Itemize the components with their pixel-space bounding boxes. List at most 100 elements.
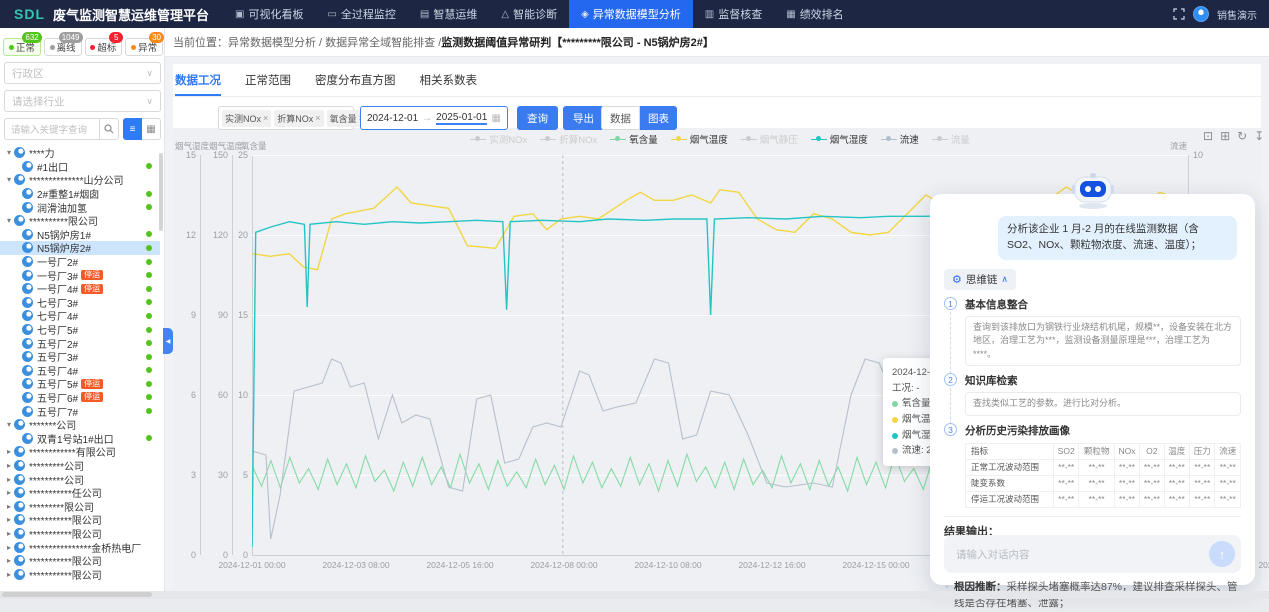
tree-node-xxxxxxxxx限公司[interactable]: ▸*********限公司 — [0, 499, 160, 513]
zoom-reset-icon[interactable]: ⊞ — [1220, 129, 1230, 143]
tree-expander-icon[interactable]: ▾ — [4, 148, 14, 157]
nav-item-异常数据模型分析[interactable]: ◈异常数据模型分析 — [569, 0, 693, 28]
tree-node-xxxx力[interactable]: ▾****力 — [0, 146, 160, 160]
tree-node-一号厂4#[interactable]: 一号厂4#停运 — [0, 282, 160, 296]
tree-node-五号厂6#[interactable]: 五号厂6#停运 — [0, 391, 160, 405]
export-button[interactable]: 导出 — [563, 106, 604, 130]
tab-正常范围[interactable]: 正常范围 — [245, 64, 291, 96]
fullscreen-icon[interactable] — [1173, 8, 1185, 20]
tab-相关系数表[interactable]: 相关系数表 — [420, 64, 478, 96]
date-end[interactable]: 2025-01-01 — [436, 112, 487, 125]
tree-node-一号厂2#[interactable]: 一号厂2# — [0, 255, 160, 269]
search-button[interactable] — [99, 118, 119, 140]
legend-实测NOx[interactable]: 实测NOx — [470, 132, 527, 146]
status-count-badge: 5 — [109, 32, 123, 43]
status-filter-离线[interactable]: 离线1049 — [44, 38, 82, 56]
tree-node-五号厂4#[interactable]: 五号厂4# — [0, 364, 160, 378]
tree-node-xxxxxxxxx公司[interactable]: ▸*********公司 — [0, 472, 160, 486]
tree-expander-icon[interactable]: ▾ — [4, 175, 14, 184]
tree-node-一号厂3#[interactable]: 一号厂3#停运 — [0, 268, 160, 282]
tree-expander-icon[interactable]: ▸ — [4, 461, 14, 470]
nav-item-全过程监控[interactable]: ▭全过程监控 — [315, 0, 407, 28]
tag-remove-icon[interactable]: × — [315, 113, 320, 123]
tree-expander-icon[interactable]: ▸ — [4, 543, 14, 552]
tree-node-#1出口[interactable]: #1出口 — [0, 160, 160, 174]
tree-node-xxxxxxxxxxx限公司[interactable]: ▸***********限公司 — [0, 567, 160, 581]
tree-expander-icon[interactable]: ▸ — [4, 515, 14, 524]
tab-数据工况[interactable]: 数据工况 — [175, 64, 221, 96]
chart-view-button[interactable]: 图表 — [640, 106, 677, 130]
grid-view-button[interactable]: ▦ — [142, 118, 161, 140]
date-start[interactable]: 2024-12-01 — [367, 113, 418, 124]
industry-select[interactable]: 请选择行业 ∨ — [4, 90, 161, 112]
tree-node-xxxxxxxxxxxxxx山分公司[interactable]: ▾**************山分公司 — [0, 173, 160, 187]
tree-node-五号厂7#[interactable]: 五号厂7# — [0, 404, 160, 418]
legend-流速[interactable]: 流速 — [881, 132, 919, 146]
indicator-multiselect[interactable]: 实测NOx×折算NOx×氧含量×... — [218, 106, 354, 130]
tree-expander-icon[interactable]: ▸ — [4, 570, 14, 579]
refresh-icon[interactable]: ↻ — [1237, 129, 1247, 143]
tree-node-xxxxxxxxxxx限公司[interactable]: ▸***********限公司 — [0, 513, 160, 527]
chain-of-thought-toggle[interactable]: ⚙ 思维链 ∧ — [944, 269, 1016, 290]
tree-expander-icon[interactable]: ▸ — [4, 556, 14, 565]
tree-node-七号厂3#[interactable]: 七号厂3# — [0, 296, 160, 310]
tree-node-xxxxxxx公司[interactable]: ▾*******公司 — [0, 418, 160, 432]
query-button[interactable]: 查询 — [517, 106, 558, 130]
avatar[interactable] — [1193, 6, 1209, 22]
tree-node-xxxxxxxxxxx限公司[interactable]: ▸***********限公司 — [0, 527, 160, 541]
send-button[interactable]: ↑ — [1209, 541, 1235, 567]
data-view-button[interactable]: 数据 — [601, 106, 640, 130]
tree-node-润滑油加氢[interactable]: 润滑油加氢 — [0, 200, 160, 214]
status-filter-正常[interactable]: 正常632 — [3, 38, 41, 56]
download-icon[interactable]: ↧ — [1254, 129, 1264, 143]
search-input[interactable]: 请输入关键字查询 — [4, 118, 99, 140]
zoom-select-icon[interactable]: ⊡ — [1203, 129, 1213, 143]
sidebar-collapse-handle[interactable]: ◀ — [163, 328, 173, 354]
legend-烟气温度[interactable]: 烟气温度 — [671, 132, 728, 146]
tree-node-xxxxxxxxxxx限公司[interactable]: ▸***********限公司 — [0, 554, 160, 568]
legend-折算NOx[interactable]: 折算NOx — [540, 132, 597, 146]
tree-expander-icon[interactable]: ▸ — [4, 488, 14, 497]
tree-node-五号厂3#[interactable]: 五号厂3# — [0, 350, 160, 364]
tree-node-双青1号站1#出口[interactable]: 双青1号站1#出口 — [0, 431, 160, 445]
nav-item-监督核查[interactable]: ▥监督核查 — [693, 0, 774, 28]
user-name[interactable]: 销售演示 — [1217, 7, 1257, 22]
tooltip-series-dot — [892, 433, 898, 439]
tree-expander-icon[interactable]: ▸ — [4, 529, 14, 538]
tree-node-N5锅炉房2#[interactable]: N5锅炉房2# — [0, 241, 160, 255]
nav-item-智慧运维[interactable]: ▤智慧运维 — [408, 0, 489, 28]
tree-expander-icon[interactable]: ▸ — [4, 475, 14, 484]
date-range-picker[interactable]: 2024-12-01 → 2025-01-01 ▦ — [360, 106, 508, 130]
tree-expander-icon[interactable]: ▾ — [4, 420, 14, 429]
nav-item-绩效排名[interactable]: ▦绩效排名 — [774, 0, 855, 28]
tree-expander-icon[interactable]: ▾ — [4, 216, 14, 225]
tree-expander-icon[interactable]: ▸ — [4, 502, 14, 511]
tree-node-xxxxxxxxxxxxxxxx金桥热电厂[interactable]: ▸****************金桥热电厂 — [0, 540, 160, 554]
tree-node-七号厂5#[interactable]: 七号厂5# — [0, 323, 160, 337]
legend-烟气湿度[interactable]: 烟气湿度 — [811, 132, 868, 146]
tab-密度分布直方图[interactable]: 密度分布直方图 — [315, 64, 396, 96]
status-filter-超标[interactable]: 超标5 — [85, 38, 123, 56]
legend-流量[interactable]: 流量 — [932, 132, 970, 146]
horizontal-scrollbar[interactable] — [2, 592, 152, 597]
tree-node-五号厂5#[interactable]: 五号厂5#停运 — [0, 377, 160, 391]
tree-node-xxxxxxxxx公司[interactable]: ▸*********公司 — [0, 459, 160, 473]
tree-node-xxxxxxxxxxx任公司[interactable]: ▸***********任公司 — [0, 486, 160, 500]
sidebar-scrollbar[interactable] — [159, 153, 163, 231]
nav-item-可视化看板[interactable]: ▣可视化看板 — [223, 0, 315, 28]
status-filter-异常[interactable]: 异常30 — [125, 38, 163, 56]
tag-remove-icon[interactable]: × — [263, 113, 268, 123]
tree-expander-icon[interactable]: ▸ — [4, 447, 14, 456]
legend-氧含量[interactable]: 氧含量 — [610, 132, 658, 146]
tree-node-xxxxxxxxxxxx有限公司[interactable]: ▸************有限公司 — [0, 445, 160, 459]
list-view-button[interactable]: ≡ — [123, 118, 142, 140]
tree-node-N5锅炉房1#[interactable]: N5锅炉房1# — [0, 228, 160, 242]
legend-烟气静压[interactable]: 烟气静压 — [741, 132, 798, 146]
tree-node-五号厂2#[interactable]: 五号厂2# — [0, 336, 160, 350]
region-select[interactable]: 行政区 ∨ — [4, 62, 161, 84]
tree-node-xxxxxxxxxx限公司[interactable]: ▾**********限公司 — [0, 214, 160, 228]
chat-input[interactable]: 请输入对话内容 ↑ — [944, 535, 1241, 573]
tree-node-七号厂4#[interactable]: 七号厂4# — [0, 309, 160, 323]
tree-node-2#重整1#烟囱[interactable]: 2#重整1#烟囱 — [0, 187, 160, 201]
nav-item-智能诊断[interactable]: △智能诊断 — [489, 0, 569, 28]
